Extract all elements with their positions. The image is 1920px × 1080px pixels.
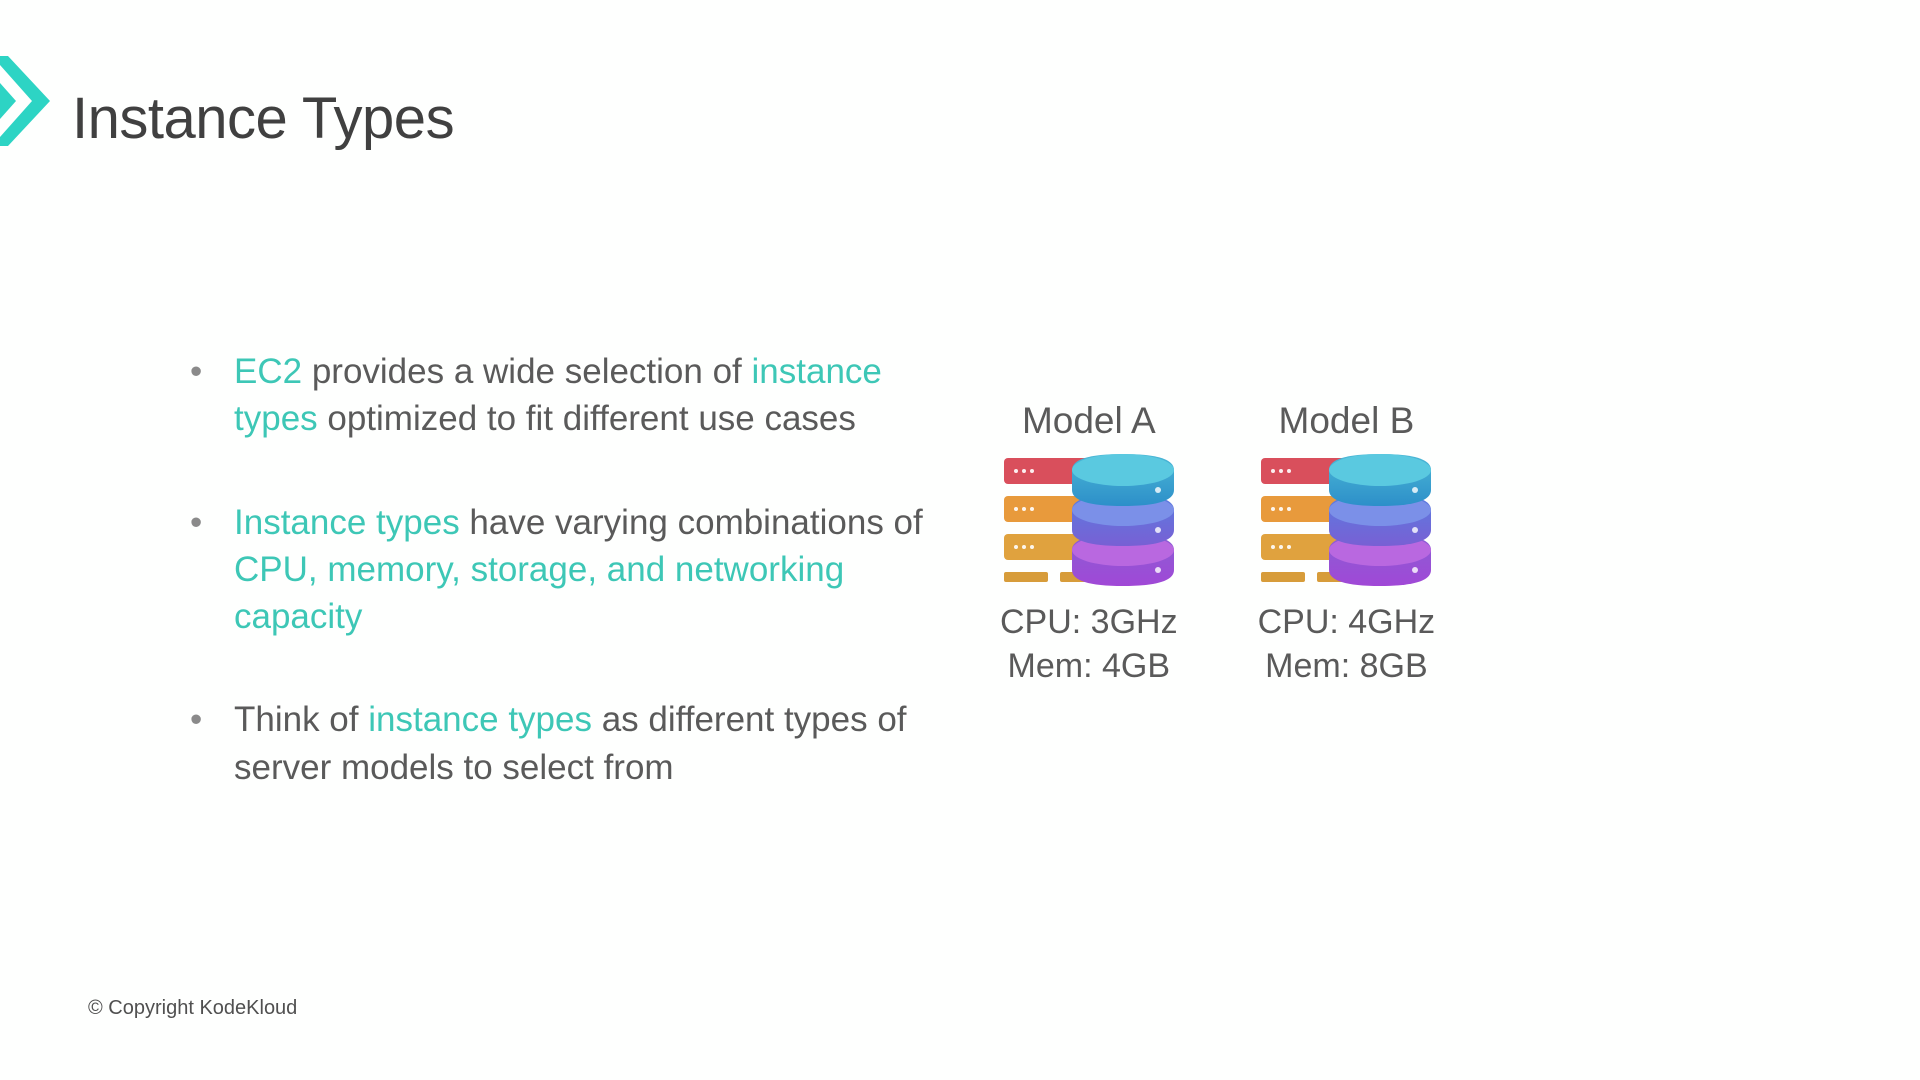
plain-text: optimized to fit different use cases <box>318 399 856 438</box>
copyright-text: © Copyright KodeKloud <box>88 997 297 1020</box>
model-card: Model A <box>1000 400 1178 688</box>
highlight-text: EC2 <box>234 352 302 391</box>
plain-text: provides a wide selection of <box>302 352 751 391</box>
highlight-text: CPU, memory, storage, and networking cap… <box>234 550 844 636</box>
server-icon <box>1004 454 1174 584</box>
bullet-item: Instance types have varying combinations… <box>190 499 940 641</box>
bullet-item: EC2 provides a wide selection of instanc… <box>190 348 940 443</box>
model-spec-cpu: CPU: 3GHz <box>1000 600 1178 644</box>
model-spec-cpu: CPU: 4GHz <box>1258 600 1436 644</box>
plain-text: have varying combinations of <box>460 503 923 542</box>
plain-text: Think of <box>234 700 368 739</box>
model-spec-mem: Mem: 8GB <box>1265 644 1427 688</box>
model-spec-mem: Mem: 4GB <box>1008 644 1170 688</box>
bullet-item: Think of instance types as different typ… <box>190 696 940 791</box>
bullet-list: EC2 provides a wide selection of instanc… <box>190 348 940 847</box>
models-container: Model A <box>1000 400 1435 688</box>
server-icon <box>1261 454 1431 584</box>
page-title: Instance Types <box>72 85 454 152</box>
model-name: Model B <box>1279 400 1415 442</box>
model-card: Model B <box>1258 400 1436 688</box>
highlight-text: instance types <box>368 700 592 739</box>
model-name: Model A <box>1022 400 1156 442</box>
highlight-text: Instance types <box>234 503 460 542</box>
